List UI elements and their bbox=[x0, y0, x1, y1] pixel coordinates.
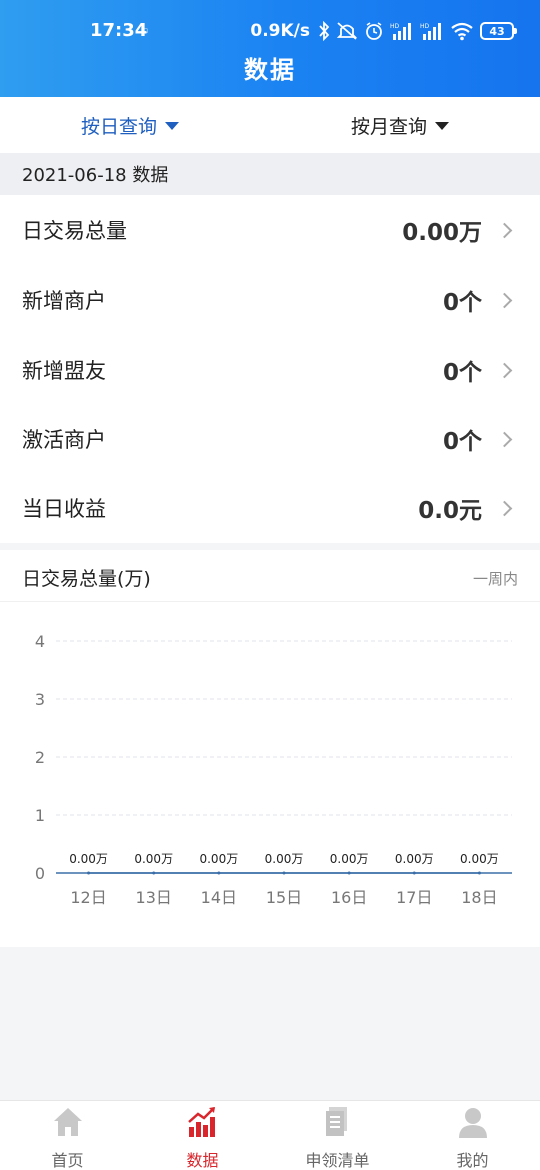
tab-label: 我的 bbox=[456, 1151, 489, 1170]
battery-icon: 43 bbox=[480, 22, 517, 40]
bottom-tab-bar: 首页 数据 申领清单 我的 bbox=[0, 1100, 540, 1170]
document-icon bbox=[321, 1105, 355, 1143]
chart-x-tick-label: 15日 bbox=[266, 888, 302, 907]
chart-icon bbox=[186, 1105, 220, 1143]
chart-y-tick-label: 4 bbox=[35, 632, 45, 651]
stat-value: 0个 bbox=[442, 429, 482, 455]
stat-row-daily-volume[interactable]: 日交易总量 0.00万 bbox=[0, 195, 540, 265]
tab-profile[interactable]: 我的 bbox=[405, 1101, 540, 1170]
home-icon bbox=[51, 1105, 85, 1143]
sim-indicator: ▫ bbox=[142, 26, 149, 36]
chart-x-tick-label: 17日 bbox=[396, 888, 432, 907]
chart-data-point bbox=[347, 871, 351, 875]
caret-down-icon bbox=[435, 122, 450, 130]
query-by-day-label: 按日查询 bbox=[81, 115, 158, 138]
chart-data-label: 0.00万 bbox=[265, 852, 304, 866]
alarm-icon bbox=[364, 21, 384, 41]
stat-row-activated-merchants[interactable]: 激活商户 0个 bbox=[0, 404, 540, 474]
chart-data-point bbox=[282, 871, 286, 875]
stat-label: 激活商户 bbox=[22, 428, 106, 452]
chart-data-point bbox=[412, 871, 416, 875]
chart-data-label: 0.00万 bbox=[460, 852, 499, 866]
chart-y-tick-label: 3 bbox=[35, 690, 45, 709]
chart-x-tick-label: 12日 bbox=[70, 888, 106, 907]
query-by-month-tab[interactable]: 按月查询 bbox=[351, 97, 450, 153]
chart-x-tick-label: 16日 bbox=[331, 888, 367, 907]
chart-data-point bbox=[477, 871, 481, 875]
query-tabs: 按日查询 按月查询 bbox=[0, 97, 540, 153]
query-by-month-label: 按月查询 bbox=[351, 115, 428, 138]
stat-value: 0.00万 bbox=[402, 220, 482, 246]
tab-label: 首页 bbox=[51, 1151, 84, 1170]
chart-y-tick-label: 1 bbox=[35, 806, 45, 825]
stat-value: 0个 bbox=[442, 290, 482, 316]
bluetooth-icon bbox=[318, 21, 330, 41]
status-icons: 0.9K/s HD HD 43 bbox=[250, 19, 517, 43]
chart-x-tick-label: 18日 bbox=[461, 888, 497, 907]
chevron-right-icon bbox=[496, 362, 513, 378]
chart-data-point bbox=[152, 871, 156, 875]
app-header: 17:34 ▫ 0.9K/s HD HD 43 数据 bbox=[0, 0, 540, 97]
chart-y-tick-label: 0 bbox=[35, 864, 45, 883]
chart-x-tick-label: 13日 bbox=[136, 888, 172, 907]
chart-data-label: 0.00万 bbox=[69, 852, 108, 866]
chart-header: 日交易总量(万) 一周内 bbox=[0, 550, 540, 602]
stat-value: 0.0元 bbox=[418, 498, 482, 524]
stat-row-daily-earnings[interactable]: 当日收益 0.0元 bbox=[0, 473, 540, 543]
caret-down-icon bbox=[165, 122, 180, 130]
tab-label: 数据 bbox=[186, 1151, 219, 1170]
stats-list: 日交易总量 0.00万 新增商户 0个 新增盟友 0个 激活商户 0个 当日收益… bbox=[0, 195, 540, 543]
chart-data-point bbox=[217, 871, 221, 875]
chart-data-label: 0.00万 bbox=[330, 852, 369, 866]
svg-text:HD: HD bbox=[420, 23, 430, 30]
chevron-right-icon bbox=[496, 500, 513, 516]
date-header: 2021-06-18 数据 bbox=[0, 153, 540, 195]
stat-row-new-allies[interactable]: 新增盟友 0个 bbox=[0, 335, 540, 405]
status-time: 17:34 bbox=[90, 20, 148, 41]
stat-label: 日交易总量 bbox=[22, 219, 127, 243]
chart-data-point bbox=[87, 871, 91, 875]
mute-icon bbox=[336, 21, 358, 41]
tab-claim-list[interactable]: 申领清单 bbox=[270, 1101, 405, 1170]
line-chart: 0 1 2 3 4 0.00万 12日 0.00万 13日 0.00万 14日 0.00万 15日 0.0… bbox=[35, 632, 512, 907]
signal-hd-icon: HD bbox=[390, 21, 414, 41]
wifi-icon bbox=[450, 21, 474, 41]
chart-title: 日交易总量(万) bbox=[22, 568, 151, 590]
chart-range-label: 一周内 bbox=[472, 570, 518, 588]
chart-area: 0 1 2 3 4 0.00万 12日 0.00万 13日 0.00万 14日 0.00万 15日 0.0… bbox=[0, 602, 540, 947]
tab-label: 申领清单 bbox=[305, 1151, 370, 1170]
signal-hd-icon: HD bbox=[420, 21, 444, 41]
page-title: 数据 bbox=[244, 56, 296, 84]
network-speed: 0.9K/s bbox=[250, 21, 310, 41]
svg-text:HD: HD bbox=[390, 23, 400, 30]
stat-row-new-merchants[interactable]: 新增商户 0个 bbox=[0, 265, 540, 335]
chart-x-tick-label: 14日 bbox=[201, 888, 237, 907]
tab-home[interactable]: 首页 bbox=[0, 1101, 135, 1170]
chart-data-label: 0.00万 bbox=[199, 852, 238, 866]
stat-label: 新增商户 bbox=[22, 289, 106, 313]
chart-card: 日交易总量(万) 一周内 0 1 2 3 4 0.00万 12日 0.00万 13日 0.00万 1… bbox=[0, 550, 540, 947]
chevron-right-icon bbox=[496, 222, 513, 238]
stat-label: 当日收益 bbox=[22, 497, 106, 521]
query-by-day-tab[interactable]: 按日查询 bbox=[81, 97, 180, 153]
chevron-right-icon bbox=[496, 431, 513, 447]
stat-label: 新增盟友 bbox=[22, 359, 106, 383]
empty-space bbox=[0, 947, 540, 1100]
stat-value: 0个 bbox=[442, 360, 482, 386]
chart-data-label: 0.00万 bbox=[134, 852, 173, 866]
chart-y-tick-label: 2 bbox=[35, 748, 45, 767]
user-icon bbox=[456, 1105, 490, 1143]
chart-data-label: 0.00万 bbox=[395, 852, 434, 866]
chevron-right-icon bbox=[496, 292, 513, 308]
tab-data[interactable]: 数据 bbox=[135, 1101, 270, 1170]
